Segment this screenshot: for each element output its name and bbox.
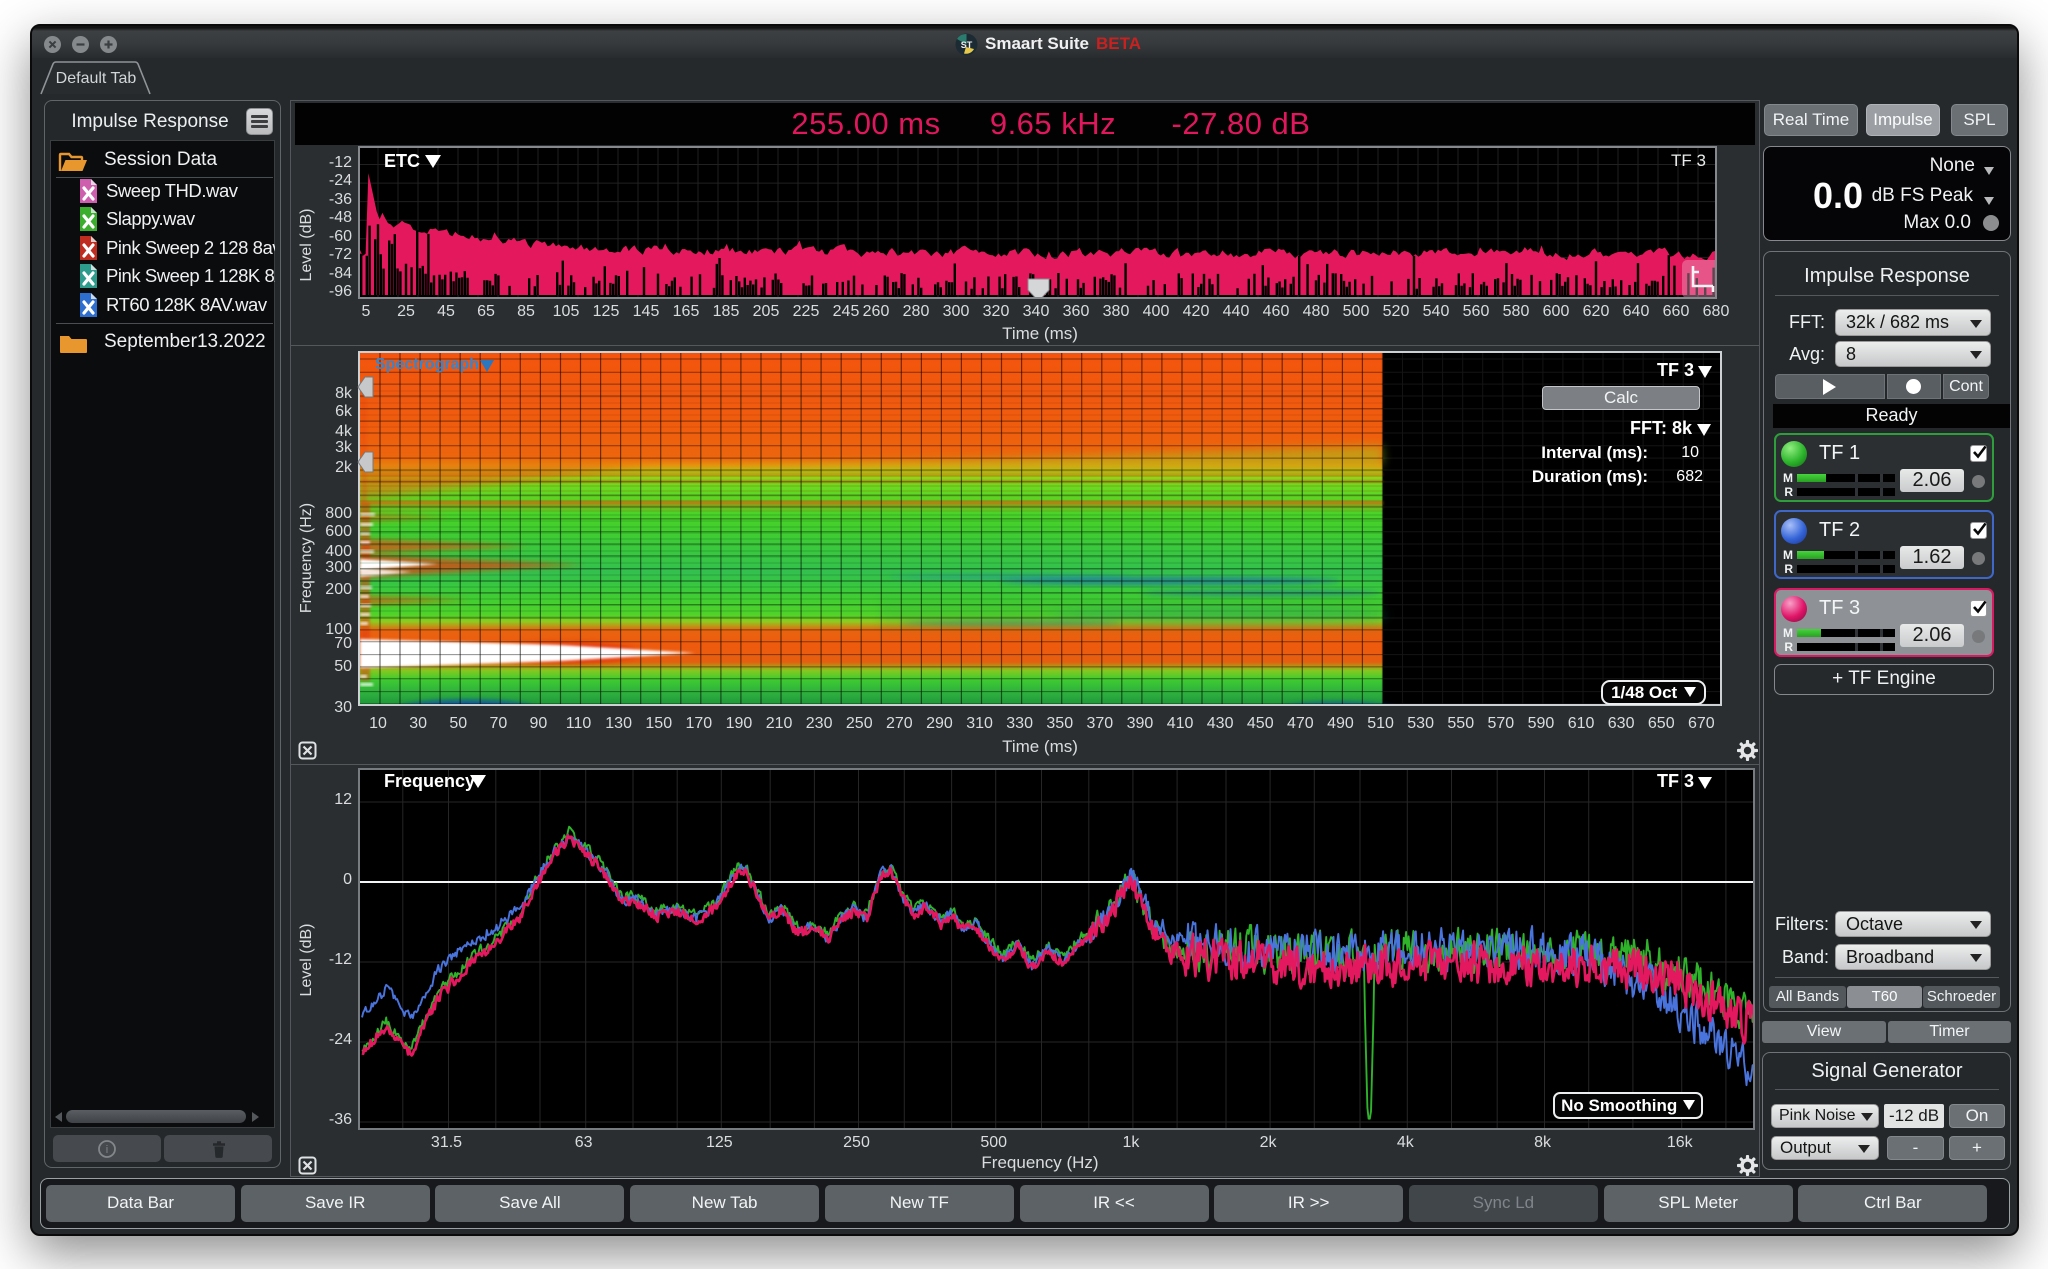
svg-text:i: i: [106, 1144, 108, 1156]
svg-text:ST: ST: [961, 40, 973, 50]
